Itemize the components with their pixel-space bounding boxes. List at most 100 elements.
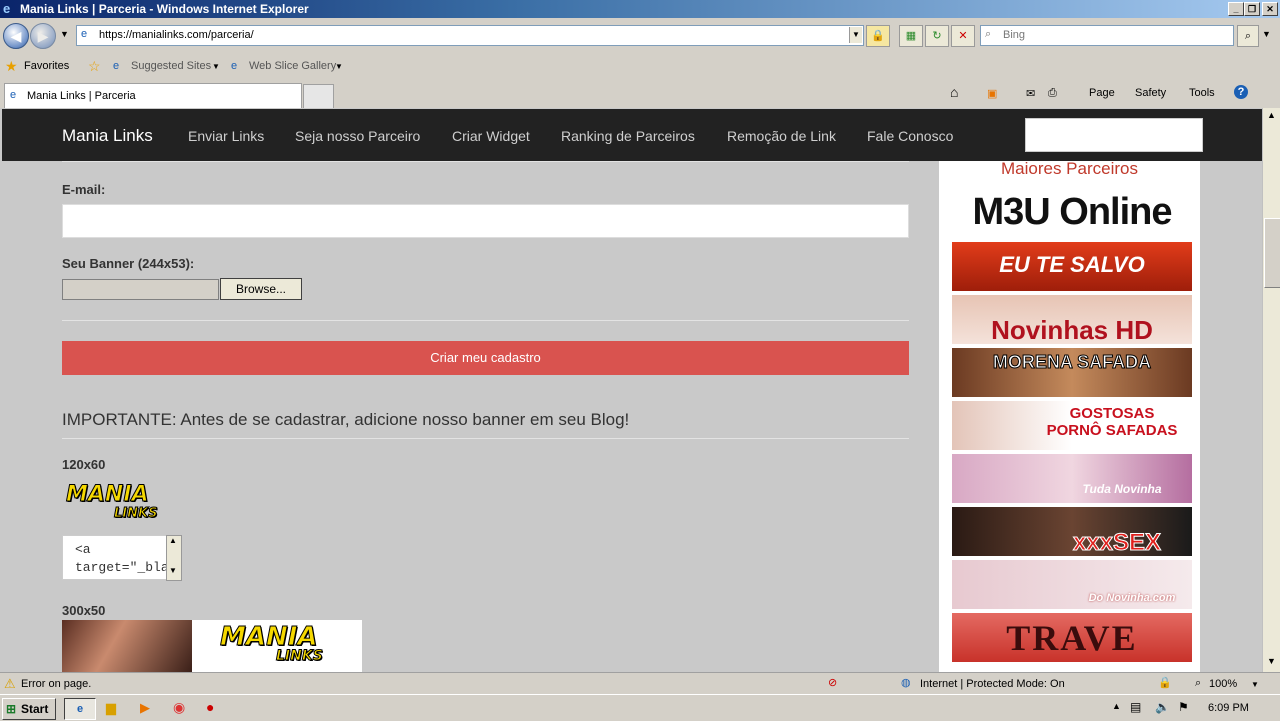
volume-icon[interactable]: 🔈 [1155, 700, 1170, 714]
start-button[interactable]: ⊞ Start [2, 698, 56, 720]
nav-link-remocao[interactable]: Remoção de Link [727, 128, 836, 144]
banner-label: Seu Banner (244x53): [62, 256, 195, 271]
nav-link-criar-widget[interactable]: Criar Widget [452, 128, 530, 144]
favorites-button[interactable]: Favorites [24, 60, 69, 72]
banner-code-textarea[interactable]: <a target="_bla [62, 535, 169, 580]
print-icon[interactable]: ⎙ [1048, 87, 1057, 100]
suggested-sites-dropdown-icon[interactable]: ▼ [212, 62, 220, 71]
code-line: target="_bla [75, 560, 169, 575]
create-account-button[interactable]: Criar meu cadastro [62, 341, 909, 375]
explorer-icon[interactable]: ▆ [106, 700, 116, 716]
banner-size-120x60: 120x60 [62, 457, 106, 472]
site-brand[interactable]: Mania Links [62, 126, 153, 146]
partner-ad-xxxsex[interactable]: xxxSEX [952, 507, 1192, 556]
tools-menu[interactable]: Tools [1189, 87, 1215, 99]
window-title-bar: e Mania Links | Parceria - Windows Inter… [0, 0, 1280, 18]
partner-ad-tuda-novinha[interactable]: Tuda Novinha [952, 454, 1192, 503]
address-dropdown-icon[interactable]: ▼ [849, 27, 862, 43]
textarea-scrollbar[interactable]: ▲ ▼ [166, 535, 182, 581]
divider [62, 161, 909, 162]
new-tab-button[interactable] [303, 84, 334, 108]
media-player-icon[interactable]: ▶ [140, 700, 150, 716]
zoom-level[interactable]: 100% [1209, 678, 1237, 690]
search-options-icon[interactable]: ▼ [1262, 29, 1271, 39]
email-field[interactable] [62, 204, 909, 238]
email-label: E-mail: [62, 182, 106, 197]
page-icon: e [81, 28, 88, 40]
clock: 6:09 PM [1208, 702, 1249, 714]
status-bar: ⚠ Error on page. ⊘ ◍ Internet | Protecte… [0, 672, 1280, 695]
read-mail-icon[interactable]: ✉ [1026, 87, 1035, 100]
site-search-input[interactable] [1025, 118, 1203, 152]
scroll-up-icon[interactable]: ▲ [169, 536, 177, 545]
partners-heading: Maiores Parceiros [1001, 159, 1138, 178]
refresh-icon[interactable]: ↻ [925, 25, 949, 47]
banner-file-field[interactable] [62, 279, 219, 300]
nav-link-enviar-links[interactable]: Enviar Links [188, 128, 264, 144]
partner-ad-gostosas[interactable]: GOSTOSAS PORNÔ SAFADAS [952, 401, 1192, 450]
address-bar[interactable]: e https://manialinks.com/parceria/ ▼ [76, 25, 864, 46]
partner-ad-m3u-online[interactable]: M3U Online [952, 189, 1192, 238]
taskbar: ⊞ Start e ▆ ▶ ◉ ● ▲ ▤ 🔈 ⚑ 6:09 PM [0, 694, 1280, 721]
page-menu[interactable]: Page [1089, 87, 1115, 99]
partner-ad-novinhas-hd[interactable]: Novinhas HD [952, 295, 1192, 344]
safety-menu[interactable]: Safety [1135, 87, 1166, 99]
add-favorite-icon[interactable]: ☆ [88, 58, 101, 75]
nav-link-seja-parceiro[interactable]: Seja nosso Parceiro [295, 128, 420, 144]
minimize-icon[interactable]: _ [1228, 2, 1244, 16]
status-message: Error on page. [21, 678, 92, 690]
zoom-icon: ⌕ [1195, 677, 1202, 689]
browse-button[interactable]: Browse... [220, 278, 302, 300]
back-button[interactable]: ◀ [3, 23, 29, 49]
tab-label: Mania Links | Parceria [27, 90, 136, 102]
network-icon[interactable]: ▤ [1130, 700, 1141, 714]
scroll-down-icon[interactable]: ▼ [1267, 656, 1276, 666]
scrollbar-thumb[interactable] [1264, 218, 1280, 288]
tab-mania-links[interactable]: e Mania Links | Parceria [4, 83, 302, 108]
web-slice-gallery-link[interactable]: Web Slice Gallery [249, 60, 336, 72]
suggested-sites-icon: e [113, 60, 120, 72]
favorites-bar: ★ Favorites ☆ e Suggested Sites ▼ e Web … [0, 53, 1280, 80]
partner-ad-morena-safada[interactable]: MORENA SAFADA [952, 348, 1192, 397]
partner-ad-do-novinha[interactable]: Do Novinha.com [952, 560, 1192, 609]
help-icon[interactable]: ? [1234, 85, 1248, 99]
search-provider-icon: ⌕ [985, 28, 992, 40]
home-icon[interactable]: ⌂ [950, 84, 958, 100]
tray-expand-icon[interactable]: ▲ [1112, 701, 1121, 711]
tab-bar: e Mania Links | Parceria ⌂ ▣ ✉ ⎙ Page Sa… [0, 80, 1280, 108]
window-title: Mania Links | Parceria - Windows Interne… [20, 2, 309, 16]
opera-icon[interactable]: ● [206, 699, 214, 715]
stop-icon[interactable]: ✕ [951, 25, 975, 47]
zoom-dropdown-icon[interactable]: ▼ [1251, 680, 1259, 689]
search-input[interactable]: ⌕ Bing [980, 25, 1234, 46]
action-center-icon[interactable]: ⚑ [1178, 700, 1189, 714]
partner-ad-eu-te-salvo[interactable]: EU TE SALVO [952, 242, 1192, 291]
mania-links-banner-small: MANIA LINKS [62, 480, 182, 528]
search-button[interactable]: ⌕ [1237, 25, 1259, 47]
security-zone[interactable]: Internet | Protected Mode: On [920, 678, 1065, 690]
page-scrollbar[interactable]: ▲ ▼ [1262, 108, 1280, 672]
warning-icon[interactable]: ⚠ [4, 676, 16, 692]
ie-taskbar-icon[interactable]: e [64, 698, 96, 720]
nav-link-fale-conosco[interactable]: Fale Conosco [867, 128, 953, 144]
scroll-down-icon[interactable]: ▼ [169, 566, 177, 575]
partner-ad-trave[interactable]: TRAVE [952, 613, 1192, 662]
web-slice-dropdown-icon[interactable]: ▼ [335, 62, 343, 71]
suggested-sites-link[interactable]: Suggested Sites [131, 60, 211, 72]
internet-zone-icon: ◍ [901, 677, 911, 689]
scroll-up-icon[interactable]: ▲ [1267, 110, 1276, 120]
windows-logo-icon: ⊞ [6, 702, 17, 716]
partners-sidebar: Maiores Parceiros M3U Online EU TE SALVO… [939, 159, 1200, 672]
close-icon[interactable]: ✕ [1262, 2, 1278, 16]
forward-button[interactable]: ▶ [30, 23, 56, 49]
compatibility-view-icon[interactable]: ▦ [899, 25, 923, 47]
maximize-icon[interactable]: ❐ [1244, 2, 1260, 16]
recent-pages-dropdown-icon[interactable]: ▼ [60, 29, 69, 39]
feeds-icon[interactable]: ▣ [987, 87, 997, 100]
lock-icon[interactable]: 🔒 [866, 25, 890, 47]
divider [62, 320, 909, 321]
nav-link-ranking[interactable]: Ranking de Parceiros [561, 128, 695, 144]
chrome-icon[interactable]: ◉ [173, 699, 185, 716]
logo-line2: LINKS [276, 648, 324, 665]
protected-mode-icon[interactable]: 🔒 [1158, 676, 1172, 689]
